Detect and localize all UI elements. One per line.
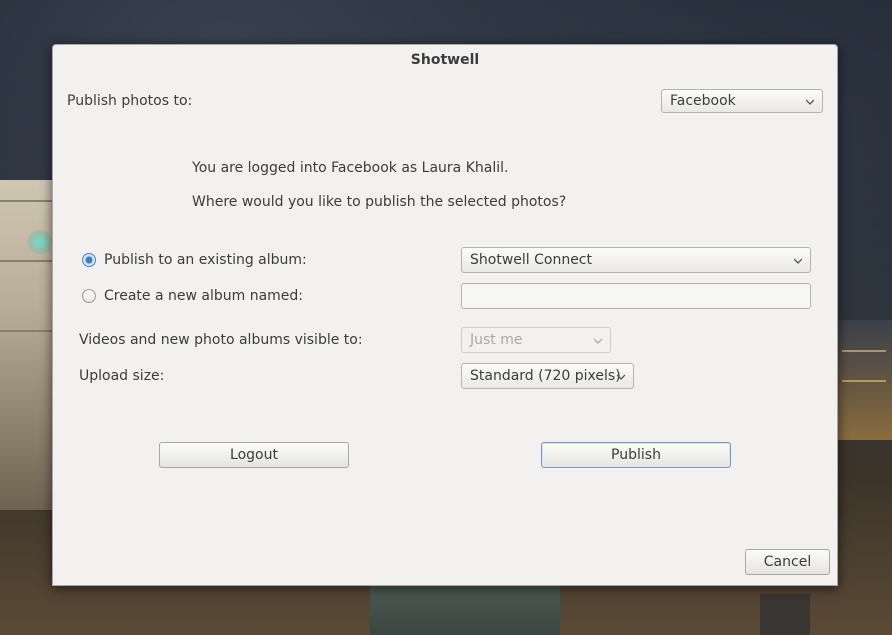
visibility-dropdown-value: Just me: [470, 332, 523, 348]
window-title: Shotwell: [410, 52, 480, 68]
upload-size-dropdown-value: Standard (720 pixels): [470, 368, 621, 384]
chevron-down-icon: [617, 374, 625, 380]
publish-button[interactable]: Publish: [541, 442, 731, 468]
upload-size-label: Upload size:: [79, 368, 165, 384]
wallpaper-post: [760, 594, 810, 635]
album-dropdown[interactable]: Shotwell Connect: [461, 247, 811, 273]
new-album-name-input[interactable]: [461, 283, 811, 309]
wallpaper-rail: [0, 330, 52, 332]
existing-album-radio[interactable]: [82, 253, 96, 267]
existing-album-label[interactable]: Publish to an existing album:: [104, 252, 307, 268]
publish-question-text: Where would you like to publish the sele…: [192, 194, 567, 210]
wallpaper-rail: [0, 200, 52, 202]
service-dropdown[interactable]: Facebook: [661, 89, 823, 113]
logged-in-text: You are logged into Facebook as Laura Kh…: [192, 160, 509, 176]
service-dropdown-value: Facebook: [670, 93, 736, 109]
new-album-radio[interactable]: [82, 289, 96, 303]
wallpaper-bridge: [836, 320, 892, 440]
publish-dialog: Shotwell Publish photos to: Facebook You…: [52, 44, 838, 586]
visibility-label: Videos and new photo albums visible to:: [79, 332, 363, 348]
wallpaper-rail: [0, 260, 52, 262]
chevron-down-icon: [794, 258, 802, 264]
wallpaper-building: [0, 180, 52, 510]
chevron-down-icon: [594, 338, 602, 344]
wallpaper-light: [842, 380, 886, 382]
album-dropdown-value: Shotwell Connect: [470, 252, 592, 268]
logout-button[interactable]: Logout: [159, 442, 349, 468]
wallpaper-pier: [370, 584, 560, 635]
publish-to-label: Publish photos to:: [67, 93, 193, 109]
visibility-dropdown[interactable]: Just me: [461, 327, 611, 353]
wallpaper-lamp: [28, 230, 52, 254]
upload-size-dropdown[interactable]: Standard (720 pixels): [461, 363, 634, 389]
wallpaper-light: [842, 350, 886, 352]
cancel-button[interactable]: Cancel: [745, 549, 830, 575]
chevron-down-icon: [806, 99, 814, 105]
new-album-label[interactable]: Create a new album named:: [104, 288, 303, 304]
